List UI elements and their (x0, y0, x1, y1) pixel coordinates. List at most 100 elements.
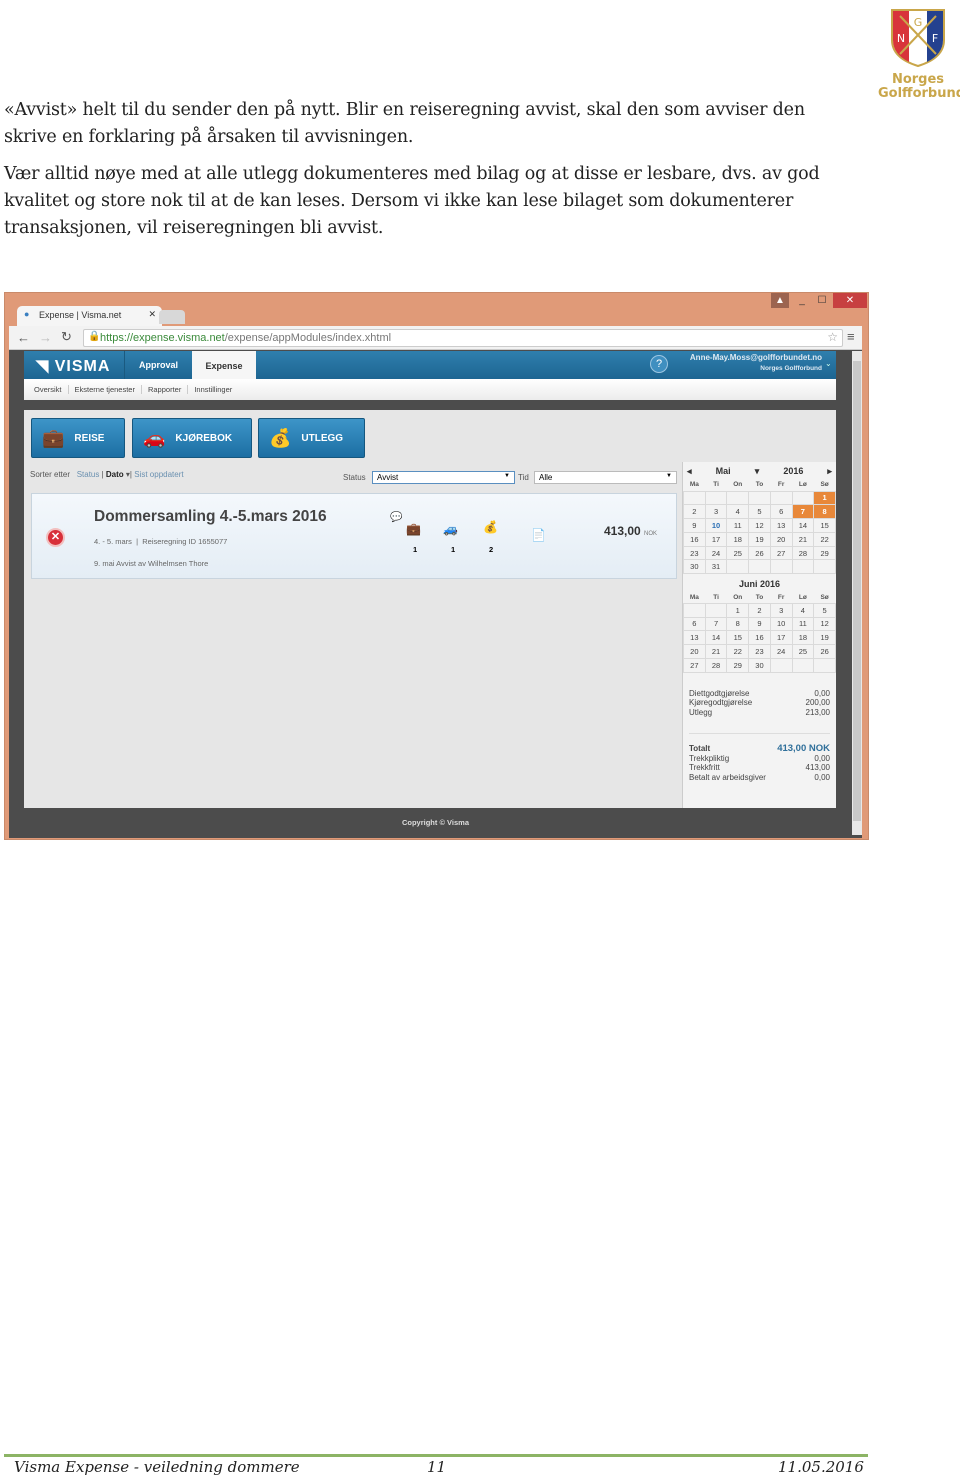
month-dropdown-icon[interactable]: ▾ (755, 466, 760, 477)
kjorebok-button[interactable]: 🚗 KJØREBOK (132, 418, 252, 458)
calendar-day[interactable]: 1 (726, 602, 750, 618)
close-window-button[interactable]: ✕ (833, 293, 867, 308)
user-menu[interactable]: Anne-May.Moss@golfforbundet.no Norges Go… (680, 353, 822, 372)
nav-approval[interactable]: Approval (124, 351, 192, 379)
calendar-day[interactable]: 14 (704, 630, 728, 646)
report-card[interactable]: ✕ Dommersamling 4.-5.mars 2016 💬 4. - 5.… (31, 493, 677, 579)
calendar-day[interactable]: 24 (769, 644, 793, 659)
calendar-day[interactable]: 3 (704, 504, 728, 520)
calendar-day[interactable]: 6 (769, 504, 793, 520)
sort-dato[interactable]: Dato (106, 470, 124, 479)
status-select[interactable]: Avvist ▼ (372, 471, 515, 484)
calendar-day[interactable]: 9 (748, 616, 771, 632)
menu-icon[interactable]: ≡ (847, 329, 855, 344)
calendar-day[interactable]: 10 (769, 616, 793, 632)
calendar-day[interactable]: 11 (726, 518, 750, 533)
calendar-day[interactable]: 26 (813, 644, 836, 659)
calendar-day[interactable]: 29 (726, 657, 750, 673)
calendar-day[interactable]: 19 (748, 531, 771, 547)
calendar-day[interactable]: 11 (791, 616, 815, 632)
calendar-day[interactable]: 13 (769, 518, 793, 533)
calendar-day[interactable]: 8 (813, 504, 836, 520)
subnav-oversikt[interactable]: Oversikt (34, 385, 69, 394)
url-input[interactable]: 🔒 https://expense.visma.net/expense/appM… (83, 329, 843, 347)
calendar-day[interactable]: 12 (748, 518, 771, 533)
prev-month-icon[interactable]: ◂ (687, 466, 692, 477)
calendar-day[interactable]: 25 (791, 644, 815, 659)
calendar-day[interactable]: 14 (791, 518, 815, 533)
help-icon[interactable]: ? (650, 355, 668, 373)
calendar-day[interactable]: 10 (704, 518, 728, 533)
utlegg-button[interactable]: 💰 UTLEGG (258, 418, 365, 458)
new-tab-button[interactable] (159, 310, 185, 324)
browser-tab[interactable]: ● Expense | Visma.net ✕ (17, 306, 162, 326)
reload-icon[interactable]: ↻ (61, 329, 72, 345)
calendar-day[interactable]: 20 (769, 531, 793, 547)
calendar-day[interactable]: 22 (813, 531, 836, 547)
calendar-day[interactable]: 22 (726, 644, 750, 659)
subnav-eksterne[interactable]: Eksterne tjenester (68, 385, 142, 394)
pdf-icon[interactable]: 📄 (531, 528, 546, 542)
chevron-down-icon[interactable]: ⌄ (825, 359, 832, 368)
calendar-day[interactable]: 18 (726, 531, 750, 547)
calendar-day[interactable]: 30 (683, 559, 706, 575)
month-select[interactable]: Mai (716, 466, 731, 477)
calendar-day[interactable]: 7 (791, 504, 815, 520)
calendar-day[interactable]: 27 (769, 545, 793, 561)
nav-expense[interactable]: Expense (192, 351, 256, 379)
next-month-icon[interactable]: ▸ (827, 466, 832, 477)
close-tab-icon[interactable]: ✕ (148, 309, 156, 320)
time-select[interactable]: Alle ▼ (534, 471, 677, 484)
calendar-day[interactable]: 5 (748, 504, 771, 520)
report-title[interactable]: Dommersamling 4.-5.mars 2016 (94, 508, 327, 526)
calendar-day[interactable]: 21 (704, 644, 728, 659)
scrollbar[interactable] (852, 351, 862, 835)
calendar-day[interactable]: 8 (726, 616, 750, 632)
maximize-button[interactable]: ☐ (813, 293, 831, 308)
calendar-day[interactable]: 17 (704, 531, 728, 547)
calendar-day[interactable]: 2 (748, 602, 771, 618)
calendar-day[interactable]: 29 (813, 545, 836, 561)
calendar-day[interactable]: 6 (683, 616, 706, 632)
calendar-day[interactable]: 5 (813, 602, 836, 618)
sort-status[interactable]: Status (77, 470, 100, 479)
calendar-day[interactable]: 23 (748, 644, 771, 659)
calendar-day[interactable]: 15 (813, 518, 836, 533)
calendar-day[interactable]: 19 (813, 630, 836, 646)
calendar-day[interactable]: 18 (791, 630, 815, 646)
sort-sist-oppdatert[interactable]: Sist oppdatert (134, 470, 183, 479)
calendar-day[interactable]: 3 (769, 602, 793, 618)
calendar-day[interactable]: 17 (769, 630, 793, 646)
calendar-day[interactable]: 15 (726, 630, 750, 646)
calendar-day[interactable]: 7 (704, 616, 728, 632)
calendar-day[interactable]: 16 (683, 531, 706, 547)
calendar-day[interactable]: 20 (683, 644, 706, 659)
calendar-day[interactable]: 4 (791, 602, 815, 618)
reise-button[interactable]: 💼 REISE (31, 418, 125, 458)
subnav-innstillinger[interactable]: Innstillinger (188, 385, 238, 394)
calendar-day[interactable]: 21 (791, 531, 815, 547)
calendar-day[interactable]: 27 (683, 657, 706, 673)
forward-icon[interactable]: → (39, 330, 52, 345)
user-icon[interactable]: ▲ (771, 293, 789, 308)
minimize-button[interactable]: _ (793, 293, 811, 308)
calendar-day[interactable]: 30 (748, 657, 771, 673)
comment-icon[interactable]: 💬 (390, 512, 402, 523)
calendar-day[interactable]: 25 (726, 545, 750, 561)
calendar-day[interactable]: 9 (683, 518, 706, 533)
calendar-day[interactable]: 28 (704, 657, 728, 673)
calendar-day[interactable]: 2 (683, 504, 706, 520)
scrollbar-thumb[interactable] (853, 361, 861, 821)
calendar-day[interactable]: 31 (704, 559, 728, 575)
year-select[interactable]: 2016 (783, 466, 803, 477)
calendar-day[interactable]: 23 (683, 545, 706, 561)
calendar-day[interactable]: 24 (704, 545, 728, 561)
calendar-day[interactable]: 28 (791, 545, 815, 561)
calendar-day[interactable]: 16 (748, 630, 771, 646)
calendar-day[interactable]: 4 (726, 504, 750, 520)
back-icon[interactable]: ← (17, 330, 30, 345)
calendar-day[interactable]: 26 (748, 545, 771, 561)
subnav-rapporter[interactable]: Rapporter (141, 385, 189, 394)
calendar-day[interactable]: 13 (683, 630, 706, 646)
calendar-day[interactable]: 12 (813, 616, 836, 632)
